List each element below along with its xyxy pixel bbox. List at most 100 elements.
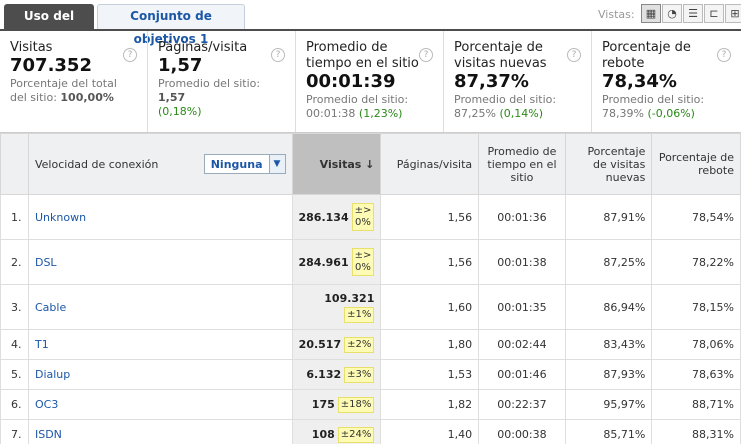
compare-view-button[interactable]: ⊏ <box>704 4 724 23</box>
help-icon[interactable]: ? <box>717 48 731 62</box>
dimension-link[interactable]: Cable <box>35 301 66 314</box>
pivot-view-button[interactable]: ⊞ <box>725 4 741 23</box>
index-header <box>0 133 29 195</box>
metric-sub-label: Promedio del sitio: <box>454 93 557 106</box>
confidence-badge: ±1% <box>344 306 375 323</box>
pages-per-visit-cell: 1,53 <box>380 359 480 390</box>
bounce-rate-cell: 78,54% <box>651 194 741 240</box>
avg-time-cell: 00:00:38 <box>478 419 566 444</box>
help-icon[interactable]: ? <box>567 48 581 62</box>
visits-cell: 108 ±24% <box>291 419 382 444</box>
pie-view-button[interactable]: ◔ <box>662 4 682 23</box>
pages-per-visit-cell: 1,80 <box>380 329 480 360</box>
column-header-label: Páginas/visita <box>396 157 473 171</box>
metric-visits: Visitas 707.352 Porcentaje del total del… <box>0 31 148 132</box>
new-visits-cell: 95,97% <box>564 389 653 420</box>
metric-title: Visitas <box>10 40 53 55</box>
table-view-button[interactable]: ▦ <box>641 4 661 23</box>
bounce-rate-cell: 78,06% <box>651 329 741 360</box>
column-header-bounce-rate[interactable]: Porcentaje de rebote <box>651 133 741 195</box>
avg-time-cell: 00:01:35 <box>478 284 566 330</box>
confidence-badge: ±2% <box>344 336 375 353</box>
column-header-label: Porcentaje de rebote <box>658 151 734 177</box>
tab-goal-set-1[interactable]: Conjunto de objetivos 1 <box>97 4 245 46</box>
dimension-cell: OC3 <box>27 389 293 420</box>
metric-value: 78,34% <box>602 71 677 92</box>
pages-per-visit-cell: 1,82 <box>380 389 480 420</box>
visits-cell: 6.132 ±3% <box>291 359 382 390</box>
table-row: 2. DSL 284.961 ±> 0% 1,56 00:01:38 87,25% 78,22% <box>0 239 741 285</box>
help-icon[interactable]: ? <box>123 48 137 62</box>
confidence-badge: ±3% <box>344 366 375 383</box>
metric-sub-value: 1,57 <box>158 91 186 104</box>
pages-per-visit-cell: 1,56 <box>380 239 480 285</box>
compare-icon: ⊏ <box>709 7 719 20</box>
avg-time-cell: 00:01:38 <box>478 239 566 285</box>
column-header-label: Promedio de tiempo en el sitio <box>487 144 557 184</box>
confidence-badge: ±24% <box>337 426 375 443</box>
new-visits-cell: 87,91% <box>564 194 653 240</box>
summary-metrics: Visitas 707.352 Porcentaje del total del… <box>0 29 741 133</box>
help-icon[interactable]: ? <box>419 48 433 62</box>
views-label: Vistas: <box>598 8 635 21</box>
help-icon[interactable]: ? <box>271 48 285 62</box>
table-row: 6. OC3 175 ±18% 1,82 00:22:37 95,97% 88,71% <box>0 389 741 420</box>
dimension-cell: Dialup <box>27 359 293 390</box>
new-visits-cell: 87,25% <box>564 239 653 285</box>
segment-select[interactable]: Ninguna ▼ <box>203 154 286 174</box>
visits-value: 109.321 <box>324 291 375 305</box>
metric-sub-label: Promedio del sitio: <box>306 93 409 106</box>
metric-avg-time: Promedio de tiempo en el sitio 00:01:39 … <box>296 31 444 132</box>
column-header-label: Visitas <box>319 157 362 171</box>
dimension-cell: DSL <box>27 239 293 285</box>
chevron-down-icon: ▼ <box>268 155 285 173</box>
column-header-new-visits[interactable]: Porcentaje de visitas nuevas <box>564 133 653 195</box>
dimension-link[interactable]: ISDN <box>35 428 62 441</box>
row-index: 1. <box>0 194 29 240</box>
column-header-visits[interactable]: Visitas ↓ <box>291 133 382 195</box>
visits-value: 286.134 <box>298 210 349 224</box>
row-index: 7. <box>0 419 29 444</box>
pages-per-visit-cell: 1,56 <box>380 194 480 240</box>
metric-pages-per-visit: Páginas/visita 1,57 Promedio del sitio: … <box>148 31 296 132</box>
avg-time-cell: 00:01:46 <box>478 359 566 390</box>
column-header-pages-per-visit[interactable]: Páginas/visita <box>380 133 480 195</box>
dimension-label: Velocidad de conexión <box>34 157 159 171</box>
tab-site-usage[interactable]: Uso del sitio <box>4 4 94 46</box>
row-index: 5. <box>0 359 29 390</box>
metric-value: 87,37% <box>454 71 529 92</box>
segment-select-value: Ninguna <box>210 157 263 171</box>
row-index: 2. <box>0 239 29 285</box>
bounce-rate-cell: 88,71% <box>651 389 741 420</box>
metric-sub-change: (0,14%) <box>499 107 543 120</box>
table-row: 7. ISDN 108 ±24% 1,40 00:00:38 85,71% 88,31% <box>0 419 741 444</box>
new-visits-cell: 86,94% <box>564 284 653 330</box>
column-header-label: Porcentaje de visitas nuevas <box>587 144 646 184</box>
dimension-link[interactable]: Dialup <box>35 368 70 381</box>
metric-sub-label: Promedio del sitio: <box>158 77 261 90</box>
metric-sub-change: (1,23%) <box>358 107 403 120</box>
column-header-avg-time[interactable]: Promedio de tiempo en el sitio <box>478 133 566 195</box>
metric-title: Porcentaje de rebote <box>602 40 691 71</box>
avg-time-cell: 00:02:44 <box>478 329 566 360</box>
dimension-link[interactable]: OC3 <box>35 398 58 411</box>
metric-sub-value: 78,39% <box>602 107 648 120</box>
bar-view-button[interactable]: ☰ <box>683 4 703 23</box>
metric-title: Páginas/visita <box>158 40 248 55</box>
pie-icon: ◔ <box>667 7 677 20</box>
tab-bar: Uso del sitio Conjunto de objetivos 1 Vi… <box>0 0 741 46</box>
metric-sub-value: 00:01:38 <box>306 107 359 120</box>
metric-sub: Promedio del sitio: 78,39% (-0,06%) <box>602 93 731 121</box>
avg-time-cell: 00:01:36 <box>478 194 566 240</box>
bounce-rate-cell: 78,15% <box>651 284 741 330</box>
dimension-link[interactable]: DSL <box>35 256 57 269</box>
visits-value: 284.961 <box>298 255 349 269</box>
dimension-link[interactable]: T1 <box>35 338 49 351</box>
dimension-cell: Cable <box>27 284 293 330</box>
visits-cell: 20.517 ±2% <box>291 329 382 360</box>
bounce-rate-cell: 88,31% <box>651 419 741 444</box>
metric-title: Porcentaje de visitas nuevas <box>454 40 547 71</box>
visits-cell: 175 ±18% <box>291 389 382 420</box>
dimension-link[interactable]: Unknown <box>35 211 86 224</box>
metric-value: 1,57 <box>158 55 203 76</box>
